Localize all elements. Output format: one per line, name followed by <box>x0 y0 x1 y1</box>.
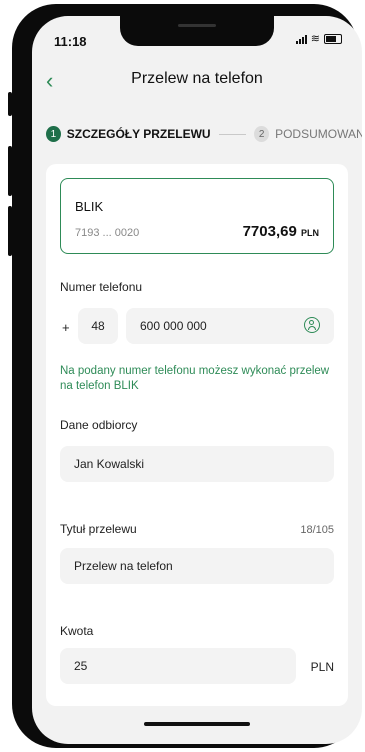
battery-icon <box>324 34 342 44</box>
home-indicator[interactable] <box>144 722 250 726</box>
phone-info-note: Na podany numer telefonu możesz wykonać … <box>60 365 330 392</box>
signal-icon <box>295 34 307 44</box>
amount-value: 25 <box>74 659 88 673</box>
account-balance: 7703,69 PLN <box>243 223 319 240</box>
screen: 11:18 ≋ ‹ Przelew na telefon 1 SZCZEGÓŁY… <box>32 16 362 744</box>
header: ‹ Przelew na telefon <box>32 64 362 98</box>
phone-frame: 11:18 ≋ ‹ Przelew na telefon 1 SZCZEGÓŁY… <box>12 4 362 748</box>
recipient-label: Dane odbiorcy <box>60 418 138 432</box>
phone-number-field[interactable]: 600 000 000 <box>126 308 334 344</box>
phone-number-value: 600 000 000 <box>140 319 207 333</box>
balance-currency: PLN <box>301 228 319 238</box>
notch <box>120 16 274 46</box>
recipient-field[interactable]: Jan Kowalski <box>60 446 334 482</box>
recipient-value: Jan Kowalski <box>74 457 145 471</box>
title-value: Przelew na telefon <box>74 559 173 573</box>
country-code-value: 48 <box>91 319 105 333</box>
stepper: 1 SZCZEGÓŁY PRZELEWU 2 PODSUMOWANIE <box>46 122 362 146</box>
step-1-label: SZCZEGÓŁY PRZELEWU <box>66 127 211 141</box>
step-1-number: 1 <box>46 126 61 142</box>
account-selector[interactable]: BLIK 7193 ... 0020 7703,69 PLN <box>60 178 334 254</box>
step-2-number: 2 <box>254 126 270 142</box>
title-field[interactable]: Przelew na telefon <box>60 548 334 584</box>
step-divider <box>218 133 247 135</box>
amount-currency: PLN <box>310 660 334 674</box>
contact-icon[interactable] <box>304 317 320 333</box>
amount-label: Kwota <box>60 624 94 638</box>
title-counter: 18/105 <box>300 524 334 536</box>
balance-amount: 7703,69 <box>242 223 297 240</box>
phone-label: Numer telefonu <box>60 280 143 294</box>
page-title: Przelew na telefon <box>131 70 263 87</box>
wifi-icon: ≋ <box>310 33 320 45</box>
phone-plus: + <box>62 320 70 335</box>
step-2-label: PODSUMOWANIE <box>275 127 362 141</box>
status-icons: ≋ <box>295 33 342 45</box>
country-code-field[interactable]: 48 <box>78 308 118 344</box>
account-number: 7193 ... 0020 <box>75 227 140 239</box>
status-time: 11:18 <box>54 34 87 49</box>
account-name: BLIK <box>75 199 104 214</box>
title-label: Tytuł przelewu <box>60 522 137 536</box>
transfer-form: BLIK 7193 ... 0020 7703,69 PLN Numer tel… <box>46 164 348 706</box>
amount-field[interactable]: 25 <box>60 648 296 684</box>
